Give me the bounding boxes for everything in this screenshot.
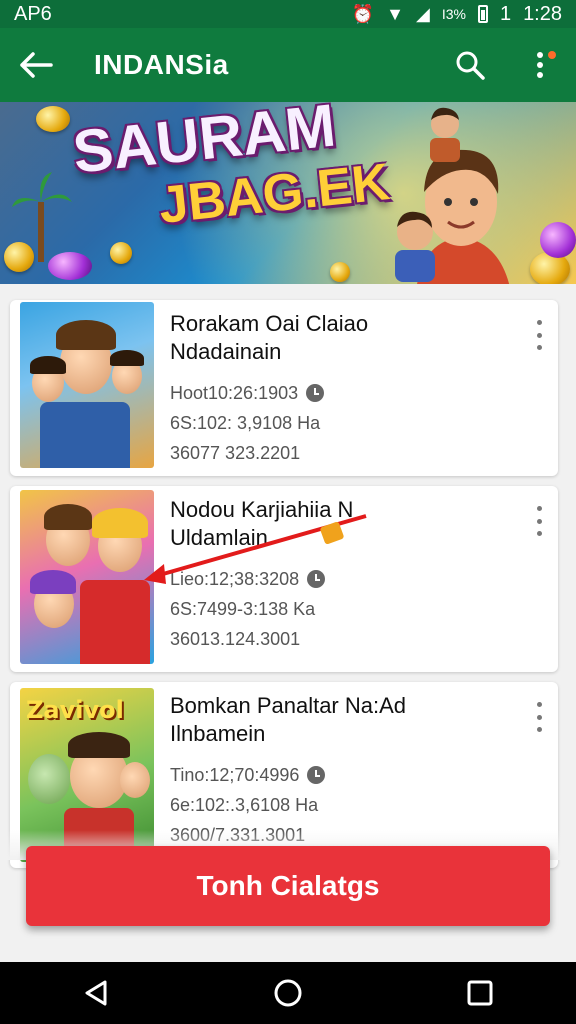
wifi-icon: ▼ [386, 3, 404, 24]
item-meta-size: 6S:102: 3,9108 Ha [170, 413, 321, 433]
nav-home-icon [274, 979, 302, 1007]
status-time: 1:28 [523, 2, 562, 25]
signal-text: 1 [499, 2, 512, 25]
status-bar: AP6 ⏰ ▼ ◢ I3% 1 1:28 [0, 0, 576, 28]
thumbnail-logo-text: Zavivol [26, 696, 124, 724]
nav-back-button[interactable] [66, 968, 126, 1018]
red-arrow-annotation [144, 514, 367, 584]
item-title-line2: Ilnbamein [170, 721, 266, 746]
carrier-text: I3% [441, 6, 466, 22]
item-meta: Hoot10:26:1903 6S:102: 3,9108 Ha 36077 3… [170, 378, 510, 468]
list-item[interactable]: Rorakam Oai Claiao Ndadainain Hoot10:26:… [10, 300, 558, 476]
item-more-button[interactable] [532, 320, 546, 350]
status-icons: ⏰ ▼ ◢ I3% 1 1:28 [352, 3, 562, 26]
overflow-menu-button[interactable] [520, 45, 560, 85]
character-top-illustration [430, 107, 460, 162]
item-meta-size: 6S:7499-3:138 Ka [170, 599, 316, 619]
nav-recents-button[interactable] [450, 968, 510, 1018]
search-button[interactable] [450, 45, 490, 85]
more-vertical-icon [537, 52, 543, 78]
item-more-button[interactable] [532, 702, 546, 732]
primary-action-button[interactable]: Tonh Cialatgs [26, 846, 550, 926]
battery-icon [477, 5, 488, 23]
arrow-left-icon [20, 52, 53, 78]
app-title: INDANSia [94, 49, 229, 80]
item-title: Bomkan Panaltar Na:Ad Ilnbamein [170, 692, 510, 748]
app-bar: INDANSia [0, 28, 576, 102]
item-meta-size: 6e:102:.3,6108 Ha [170, 795, 319, 815]
sidekick-illustration [395, 211, 435, 282]
search-icon [456, 51, 485, 80]
item-title-line2: Ndadainain [170, 339, 282, 364]
signal-icon: ◢ [415, 3, 430, 24]
item-title-line1: Bomkan Panaltar Na:Ad [170, 693, 407, 718]
palm-tree-icon [12, 172, 72, 262]
game-thumbnail [20, 490, 154, 664]
item-meta-code: 36077 323.2201 [170, 443, 301, 463]
nav-back-icon [85, 980, 107, 1006]
item-title: Rorakam Oai Claiao Ndadainain [170, 310, 510, 366]
clock-icon [307, 766, 326, 784]
promo-banner[interactable]: SAURAM JBAG.EK [0, 102, 576, 284]
item-meta-time: Tino:12;70:4996 [170, 765, 300, 785]
item-title-line1: Rorakam Oai Claiao [170, 311, 369, 336]
clock-icon [306, 384, 325, 402]
nav-recents-icon [467, 980, 493, 1006]
back-button[interactable] [16, 45, 56, 85]
nav-home-button[interactable] [258, 968, 318, 1018]
notification-dot [548, 51, 556, 59]
status-left-text: AP6 [14, 2, 52, 25]
game-thumbnail [20, 302, 154, 468]
system-nav-bar [0, 962, 576, 1024]
item-more-button[interactable] [532, 506, 546, 536]
item-meta-time: Hoot10:26:1903 [170, 383, 299, 403]
item-meta-code: 36013.124.3001 [170, 629, 301, 649]
alarm-icon: ⏰ [351, 3, 375, 24]
